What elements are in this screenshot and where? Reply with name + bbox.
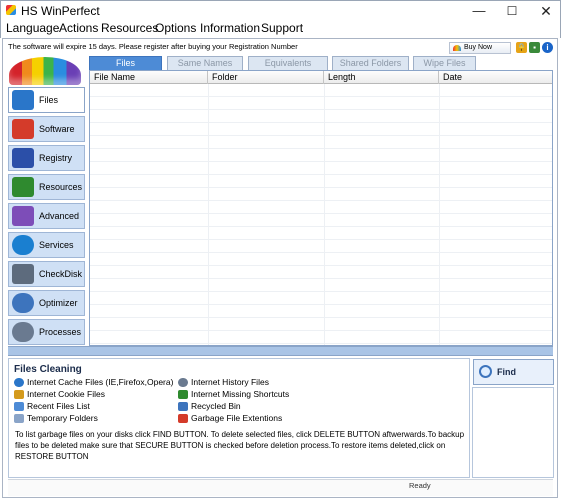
menu-actions[interactable]: Actions	[59, 21, 98, 35]
gear-icon	[12, 235, 34, 255]
clean-item-label: Garbage File Extentions	[191, 413, 283, 423]
magnifier-icon	[12, 293, 34, 313]
sidebar-item-registry[interactable]: Registry	[8, 145, 85, 171]
shortcut-icon	[178, 390, 188, 399]
clean-item-recent-files[interactable]: Recent Files List	[14, 401, 90, 412]
clean-item-label: Internet Missing Shortcuts	[191, 389, 290, 399]
clean-item-missing-shortcuts[interactable]: Internet Missing Shortcuts	[178, 389, 289, 400]
memory-icon	[12, 177, 34, 197]
clean-item-recycled-bin[interactable]: Recycled Bin	[178, 401, 241, 412]
tab-shared-folders[interactable]: Shared Folders	[332, 56, 409, 70]
sidebar-item-services[interactable]: Services	[8, 232, 85, 258]
expiry-notice: The software will expire 15 days. Please…	[8, 42, 298, 51]
delete-icon	[178, 414, 188, 423]
buy-now-label: Buy Now	[464, 44, 493, 51]
clean-item-label: Internet History Files	[191, 377, 269, 387]
find-button-label: Find	[497, 367, 516, 377]
sidebar-item-label: Processes	[39, 327, 82, 337]
instructions-text: To list garbage files on your disks clic…	[15, 430, 465, 461]
sidebar-item-label: CheckDisk	[39, 269, 83, 279]
window-title: HS WinPerfect	[21, 4, 100, 18]
lock-icon[interactable]: 🔒	[516, 42, 527, 53]
sidebar-item-label: Files	[39, 95, 59, 105]
find-button[interactable]: Find	[473, 359, 554, 385]
file-list-header: File Name Folder Length Date	[90, 71, 552, 84]
clean-item-internet-cache[interactable]: Internet Cache Files (IE,Firefox,Opera)	[14, 377, 173, 388]
folder-icon	[14, 414, 24, 423]
search-icon	[479, 365, 492, 378]
cookie-icon	[14, 390, 24, 399]
clean-item-label: Internet Cache Files (IE,Firefox,Opera)	[27, 377, 174, 387]
clean-item-label: Internet Cookie Files	[27, 389, 105, 399]
sidebar-item-label: Optimizer	[39, 298, 78, 308]
sidebar-item-label: Services	[39, 240, 74, 250]
clean-item-history[interactable]: Internet History Files	[178, 377, 269, 388]
minimize-button[interactable]: —	[464, 1, 494, 21]
disk-icon	[12, 264, 34, 284]
file-list[interactable]: File Name Folder Length Date	[89, 70, 553, 346]
menu-language[interactable]: Language	[6, 21, 59, 35]
grid-divider	[324, 84, 325, 345]
status-text: Ready	[409, 481, 431, 490]
action-panel	[472, 387, 554, 478]
column-file-name[interactable]: File Name	[90, 71, 208, 84]
folder-icon	[12, 90, 34, 110]
clean-item-garbage-extensions[interactable]: Garbage File Extentions	[178, 413, 282, 424]
clean-item-label: Temporary Folders	[27, 413, 98, 423]
recycle-bin-icon	[178, 402, 188, 411]
document-icon	[14, 402, 24, 411]
column-folder[interactable]: Folder	[208, 71, 324, 84]
sidebar-item-resources[interactable]: Resources	[8, 174, 85, 200]
save-icon[interactable]: ▪	[529, 42, 540, 53]
grid-rows	[90, 84, 552, 345]
app-logo	[9, 57, 81, 85]
menu-support[interactable]: Support	[261, 21, 303, 35]
menu-resources[interactable]: Resources	[101, 21, 158, 35]
globe-icon	[14, 378, 24, 387]
buy-now-button[interactable]: Buy Now	[449, 42, 511, 54]
tab-equivalents[interactable]: Equivalents	[248, 56, 328, 70]
clean-item-label: Recycled Bin	[191, 401, 241, 411]
info-icon[interactable]: i	[542, 42, 553, 53]
menu-options[interactable]: Options	[155, 21, 196, 35]
sidebar-item-processes[interactable]: Processes	[8, 319, 85, 345]
maximize-button[interactable]: ☐	[497, 1, 527, 21]
clock-icon	[178, 378, 188, 387]
splitter[interactable]	[8, 346, 553, 356]
tab-wipe-files[interactable]: Wipe Files	[413, 56, 476, 70]
clean-item-temp-folders[interactable]: Temporary Folders	[14, 413, 98, 424]
title-bar: HS WinPerfect — ☐ ✕	[0, 0, 561, 20]
tab-files[interactable]: Files	[89, 56, 162, 70]
app-icon	[6, 5, 16, 15]
sidebar-item-label: Registry	[39, 153, 73, 163]
sidebar-item-software[interactable]: Software	[8, 116, 85, 142]
sidebar-item-advanced[interactable]: Advanced	[8, 203, 85, 229]
sidebar-item-label: Advanced	[39, 211, 80, 221]
sidebar-item-label: Resources	[39, 182, 83, 192]
menu-information[interactable]: Information	[200, 21, 260, 35]
sidebar-item-optimizer[interactable]: Optimizer	[8, 290, 85, 316]
tools-icon	[12, 206, 34, 226]
clean-item-label: Recent Files List	[27, 401, 90, 411]
close-button[interactable]: ✕	[531, 1, 561, 21]
buy-now-icon	[453, 45, 461, 51]
grid-divider	[208, 84, 209, 345]
sidebar-item-label: Software	[39, 124, 75, 134]
sidebar-item-files[interactable]: Files	[8, 87, 85, 113]
registry-icon	[12, 148, 34, 168]
status-bar	[8, 479, 553, 496]
tab-same-names[interactable]: Same Names	[167, 56, 243, 70]
section-title: Files Cleaning	[14, 364, 82, 375]
menu-bar: Language Actions Resources Options Infor…	[0, 20, 561, 38]
sidebar-item-checkdisk[interactable]: CheckDisk	[8, 261, 85, 287]
gears-icon	[12, 322, 34, 342]
grid-divider	[439, 84, 440, 345]
column-length[interactable]: Length	[324, 71, 439, 84]
column-date[interactable]: Date	[439, 71, 552, 84]
boxes-icon	[12, 119, 34, 139]
clean-item-cookies[interactable]: Internet Cookie Files	[14, 389, 105, 400]
